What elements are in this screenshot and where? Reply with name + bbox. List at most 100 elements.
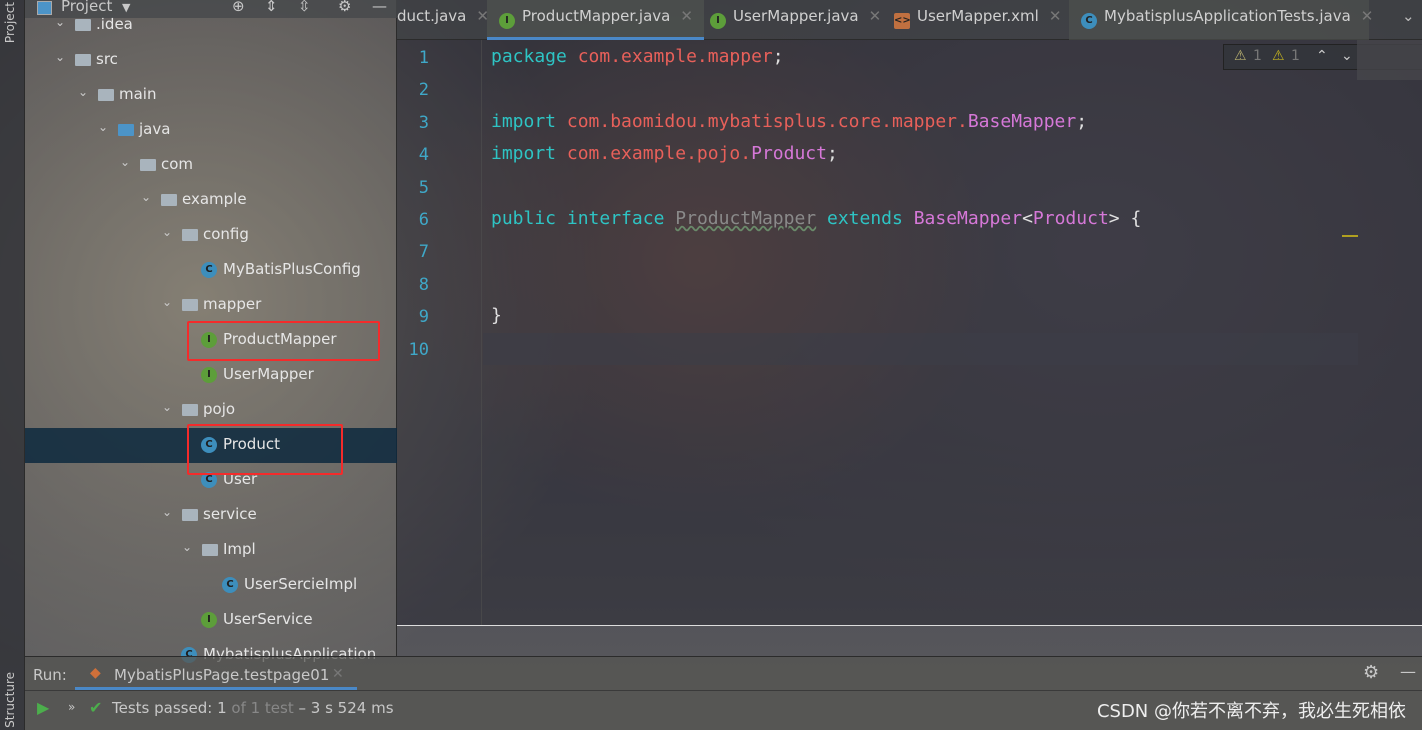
tree-item-com[interactable]: ⌄ com [25,148,397,183]
line-number: 9 [418,307,429,328]
tree-item-impl[interactable]: ⌄ Impl [25,533,397,568]
tree-item-example[interactable]: ⌄ example [25,183,397,218]
chevron-down-icon[interactable]: ⌄ [162,295,172,309]
line-number: 5 [418,177,429,198]
code-line-4: import com.example.pojo.Product; [491,143,838,164]
tree-item-mybatisplusconfig[interactable]: C MyBatisPlusConfig [25,253,397,288]
tree-item-label: main [119,85,157,103]
run-config-tab[interactable]: MybatisPlusPage.testpage01 [114,666,329,684]
class-icon: C [1081,13,1097,29]
previous-highlight-icon[interactable]: ⌃ [1316,48,1328,64]
line-number: 10 [408,339,429,360]
class-icon: C [201,262,217,278]
highlight-box-product [187,424,343,475]
folder-icon [182,509,198,521]
current-line-highlight [483,333,1358,365]
chevron-down-icon[interactable]: ⌄ [78,85,88,99]
active-tab-underline [75,687,357,690]
project-panel-header: Project ▼ ⊕ ⇕ ⇳ ⚙ — [25,0,397,18]
tree-item-label: service [203,505,257,523]
tree-item-label: UserMapper [223,365,314,383]
hide-icon[interactable]: — [1400,662,1416,681]
tree-item-label: mapper [203,295,262,313]
interface-icon: I [201,367,217,383]
gear-icon[interactable]: ⚙ [338,0,351,15]
xml-icon: <> [894,13,911,29]
code-line-6: public interface ProductMapper extends B… [491,208,1142,229]
line-number: 6 [418,210,429,230]
gear-icon[interactable]: ⚙ [1363,662,1379,683]
locate-icon[interactable]: ⊕ [232,0,245,15]
project-view-dropdown[interactable]: Project [61,0,112,15]
chevron-down-icon[interactable]: ▼ [122,1,130,14]
code-editor[interactable]: 1 2 3 4 5 6 7 8 9 10 package com.example.mapper; … [397,40,1422,626]
tab-product-java[interactable]: duct.java ✕ [397,0,489,40]
line-number: 4 [418,145,429,166]
tree-item-label: config [203,225,249,243]
tree-item-label: pojo [203,400,236,418]
tree-item-usersercieimpl[interactable]: C UserSercieImpl [25,568,397,603]
interface-icon: I [499,13,515,29]
tabs-overflow-chevron-icon[interactable]: ⌄ [1402,0,1415,40]
tab-productmapper-java[interactable]: I ProductMapper.java ✕ [487,0,704,40]
tree-item-label: MyBatisPlusConfig [223,260,361,278]
chevron-down-icon[interactable]: ⌄ [120,155,130,169]
tab-mybatisplusapplicationtests-java[interactable]: C MybatisplusApplicationTests.java ✕ [1069,0,1373,40]
chevron-down-icon[interactable]: ⌄ [162,225,172,239]
chevron-down-icon[interactable]: ⌄ [162,505,172,519]
line-number-gutter: 1 2 3 4 5 6 7 8 9 10 [397,40,482,626]
tab-usermapper-java[interactable]: I UserMapper.java ✕ [704,0,884,40]
collapse-all-icon[interactable]: ⇳ [298,0,311,15]
tree-item-userservice[interactable]: I UserService [25,603,397,638]
folder-icon [182,404,198,416]
hide-icon[interactable]: — [372,0,387,15]
rerun-play-icon[interactable]: ▶ [37,698,49,717]
structure-tool-button[interactable]: Structure [3,672,17,728]
chevron-down-icon[interactable]: ⌄ [162,400,172,414]
tree-item-main[interactable]: ⌄ main [25,78,397,113]
tree-item-pojo[interactable]: ⌄ pojo [25,393,397,428]
project-tool-button[interactable]: Project [3,2,17,43]
check-icon: ✔ [89,698,103,717]
project-icon [37,1,52,15]
next-highlight-icon[interactable]: ⌄ [1341,48,1353,64]
editor-tabs: duct.java ✕ I ProductMapper.java ✕ I UserMap… [397,0,1422,40]
code-line-3: import com.baomidou.mybatisplus.core.map… [491,111,1088,132]
tree-item-java[interactable]: ⌄ java [25,113,397,148]
chevron-down-icon[interactable]: ⌄ [98,120,108,134]
folder-icon [182,299,198,311]
close-icon: ✕ [680,7,693,25]
warning-marker[interactable] [1342,235,1358,237]
tree-item-label: Impl [223,540,256,558]
chevron-down-icon[interactable]: ⌄ [141,190,151,204]
interface-icon: I [201,612,217,628]
tree-item-mapper[interactable]: ⌄ mapper [25,288,397,323]
class-icon: C [222,577,238,593]
tree-item-label: com [161,155,194,173]
expand-all-icon[interactable]: ⇕ [265,0,278,15]
tab-usermapper-xml[interactable]: <> UserMapper.xml ✕ [884,0,1066,40]
tree-item-src[interactable]: ⌄ src [25,43,397,78]
code-line-1: package com.example.mapper; [491,46,784,67]
interface-icon: I [710,13,726,29]
folder-icon [75,19,91,31]
line-number: 2 [418,80,429,101]
folder-icon [202,544,218,556]
code-line-9: } [491,305,502,326]
tree-item-usermapper[interactable]: I UserMapper [25,358,397,393]
chevron-down-icon[interactable]: ⌄ [55,50,65,64]
tree-item-label: UserSercieImpl [244,575,358,593]
tree-item-label: UserService [223,610,313,628]
expand-icon[interactable]: » [68,700,75,714]
close-icon[interactable]: ✕ [332,666,344,682]
warning-icon: ⚠ [1234,48,1247,64]
line-number: 7 [418,242,429,263]
minimap[interactable] [1357,40,1422,80]
chevron-down-icon[interactable]: ⌄ [182,540,192,554]
tree-item-config[interactable]: ⌄ config [25,218,397,253]
weak-warning-icon: ⚠ [1272,48,1285,64]
close-icon: ✕ [1360,7,1374,25]
tests-status: Tests passed: 1 of 1 test – 3 s 524 ms [112,699,394,717]
folder-icon [118,124,134,136]
tree-item-service[interactable]: ⌄ service [25,498,397,533]
